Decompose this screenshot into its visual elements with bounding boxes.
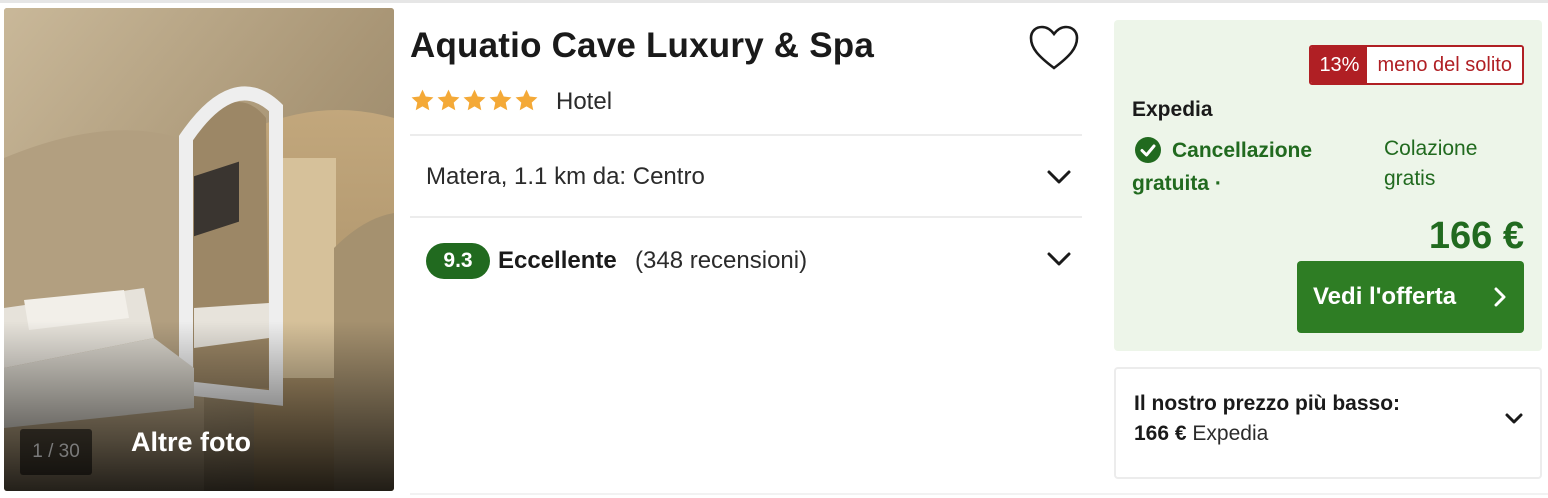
lowest-price-amount: 166 € [1134,422,1187,445]
lowest-price-label: Il nostro prezzo più basso: [1134,392,1401,415]
accommodation-type: Hotel [556,88,613,115]
photo-counter: 1 / 30 [20,429,92,475]
star-icon [463,89,486,111]
discount-text: meno del solito [1367,47,1522,83]
divider [410,134,1082,136]
location-text: Matera, 1.1 km da: Centro [426,163,705,190]
chevron-down-icon[interactable] [1046,251,1072,267]
star-icon [515,89,538,111]
heart-outline-icon[interactable] [1028,24,1080,72]
view-deal-button[interactable]: Vedi l'offerta [1297,261,1524,333]
view-deal-label: Vedi l'offerta [1313,283,1457,310]
lowest-price-provider: Expedia [1192,422,1269,445]
top-divider [0,0,1548,3]
deal-card[interactable]: 13% meno del solito Expedia Cancellazion… [1114,20,1542,351]
hotel-name[interactable]: Aquatio Cave Luxury & Spa [410,26,874,66]
more-photos-link[interactable]: Altre foto [131,427,251,458]
chevron-down-icon[interactable] [1504,412,1524,426]
provider-name: Expedia [1132,98,1213,121]
star-icon [411,89,434,111]
chevron-down-icon[interactable] [1046,169,1072,185]
location-row[interactable]: Matera, 1.1 km da: Centro [410,137,1082,217]
lowest-price-panel[interactable]: Il nostro prezzo più basso: 166 € Expedi… [1114,367,1542,479]
breakfast-included: Colazione gratis [1384,137,1478,190]
deal-price: 166 € [1428,215,1524,257]
rating-row[interactable]: 9.3 Eccellente (348 recensioni) [410,219,1082,299]
check-circle-icon [1135,137,1161,163]
star-icon [489,89,512,111]
bottom-divider [410,493,1548,495]
free-cancellation: Cancellazione gratuita · [1132,139,1313,195]
chevron-right-icon [1494,287,1506,307]
star-rating [410,88,539,113]
divider [410,216,1082,218]
review-count: (348 recensioni) [635,247,808,274]
hotel-photo-gallery[interactable]: 1 / 30 Altre foto [4,8,394,491]
lowest-price-value: 166 € Expedia [1134,422,1268,446]
discount-badge: 13% meno del solito [1309,45,1524,85]
discount-percent: 13% [1311,47,1368,83]
rating-label: Eccellente [498,247,617,274]
star-icon [437,89,460,111]
rating-score-badge: 9.3 [426,243,490,279]
